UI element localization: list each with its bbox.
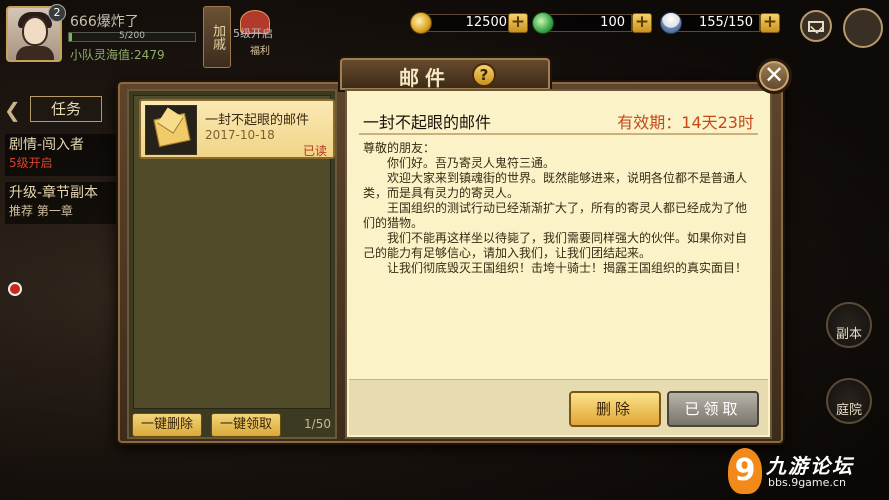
letter-icon [145,105,197,155]
mail-count: 1/50 [304,417,331,431]
mail-item-date: 2017-10-18 [205,128,275,142]
avatar-face [22,16,48,46]
welfare-label: 福利 [250,46,270,57]
mail-validity: 有效期：14天23时 [617,113,754,132]
mail-item-status: 已读 [302,144,327,158]
rice-bowl-icon [660,12,682,34]
quest-subtitle: 推荐 第一章 [9,204,73,218]
courtyard-label: 庭院 [835,403,862,418]
player-name: 666爆炸了 [70,14,139,30]
envelope-icon [808,21,824,32]
help-icon[interactable]: ? [472,63,496,87]
exp-text: 5/200 [119,31,145,41]
mail-detail-subject: 一封不起眼的邮件 [363,113,492,132]
team-power: 小队灵海值:2479 [70,48,165,62]
quest-item[interactable]: 升级-章节副本 推荐 第一章 [5,182,123,224]
mail-detail-panel: 一封不起眼的邮件 有效期：14天23时 尊敬的朋友： 你们好。吾乃寄灵人鬼符三通… [345,89,772,439]
coin-icon [410,12,432,34]
add-coin-button[interactable]: + [508,13,528,33]
watermark-nine: 9 [728,448,762,494]
mail-body: 尊敬的朋友： 你们好。吾乃寄灵人鬼符三通。 欢迎大家来到镇魂街的世界。既然能够进… [363,141,758,276]
jade-icon [532,12,554,34]
courtyard-button[interactable]: 庭院 [826,378,872,424]
exp-bar: 5/200 [68,31,196,42]
mail-icon[interactable] [800,10,832,42]
rice-value: 155/150 [674,14,760,32]
mail-paragraph: 你们好。吾乃寄灵人鬼符三通。 [387,156,556,170]
watermark-name: 九游论坛 [766,454,854,478]
dungeon-label: 副本 [835,327,862,342]
stamp-button[interactable]: 加戚 [203,6,231,68]
quest-title: 升级-章节副本 [9,185,99,201]
quest-subtitle: 5级开启 [9,156,53,170]
envelope-icon [153,112,191,148]
add-jade-button[interactable]: + [632,13,652,33]
mail-list-item[interactable]: 一封不起眼的邮件 2017-10-18 已读 [139,99,335,159]
mail-paragraph: 我们不能再这样坐以待毙了，我们需要同样强大的伙伴。如果你对自己的能力有足够信心，… [363,231,748,260]
mail-greeting: 尊敬的朋友： [363,141,436,155]
menu-icon[interactable] [843,8,883,48]
notification-dot [8,282,22,296]
welfare-lock-text: 5级开启 [233,27,273,40]
quest-item[interactable]: 剧情-闯入者 5级开启 [5,134,123,176]
watermark-url: bbs.9game.cn [768,476,846,489]
quest-title: 剧情-闯入者 [9,137,85,153]
mail-list-panel: 一封不起眼的邮件 2017-10-18 已读 一键删除 一键领取 1/50 [127,89,337,439]
close-button[interactable]: ✕ [756,58,792,94]
watermark-logo: 9 九游论坛 bbs.9game.cn [728,448,888,498]
claimed-button[interactable]: 已领取 [667,391,759,427]
jade-value: 100 [546,14,632,32]
add-rice-button[interactable]: + [760,13,780,33]
quest-tab[interactable]: 任务 [30,96,102,122]
divider [359,133,758,135]
mail-item-subject: 一封不起眼的邮件 [205,113,310,128]
claim-all-button[interactable]: 一键领取 [211,413,281,437]
coin-value: 12500 [424,14,514,32]
avatar-body [16,46,54,60]
dungeon-button[interactable]: 副本 [826,302,872,348]
delete-button[interactable]: 删除 [569,391,661,427]
mail-paragraph: 王国组织的测试行动已经渐渐扩大了，所有的寄灵人都已经成为了他们的猎物。 [363,201,748,230]
mail-header: 邮件 ? [338,56,552,92]
delete-all-button[interactable]: 一键删除 [132,413,202,437]
mail-list: 一封不起眼的邮件 2017-10-18 已读 [133,95,335,409]
back-arrow-icon[interactable]: ❮ [4,98,21,122]
player-level-badge: 2 [48,4,66,22]
mail-paragraph: 让我们彻底毁灭王国组织！击垮十骑士！揭露王国组织的真实面目！ [387,261,748,275]
mail-paragraph: 欢迎大家来到镇魂街的世界。既然能够进来，说明各位都不是普通人类，而是具有灵力的寄… [363,171,748,200]
